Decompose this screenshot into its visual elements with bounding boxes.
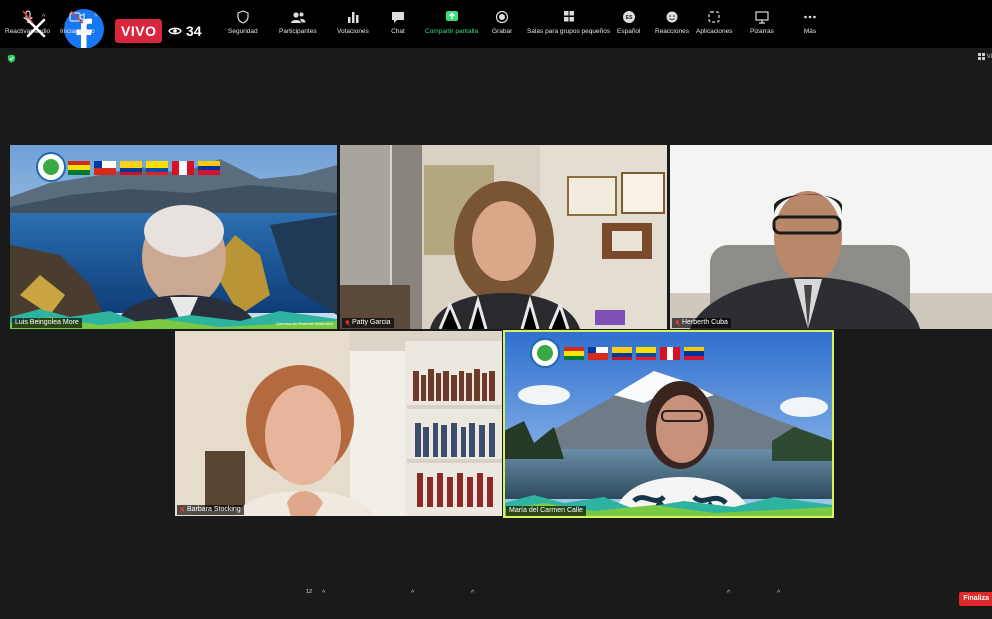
participant-name-label: Patty Garcia [342,318,394,328]
chat-bubble-icon [392,12,404,23]
start-video-button[interactable]: Iniciar video [60,10,95,35]
eye-icon [168,27,182,35]
grid-view-icon [977,53,985,60]
record-icon [496,10,509,24]
more-dots-icon [804,15,816,19]
meeting-toolbar [0,576,992,619]
apps-button[interactable]: Aplicaciones [696,10,733,35]
share-options-caret[interactable]: ^ [471,590,474,597]
shield-icon [237,10,249,24]
end-meeting-button[interactable]: Finaliza [959,592,992,606]
share-screen-button[interactable]: Compartir pantalla [425,10,478,35]
mic-muted-icon [675,319,680,326]
live-badge: VIVO [115,19,163,43]
polls-button[interactable]: Votaciones [337,10,369,35]
video-off-icon [69,10,85,24]
audio-options-caret[interactable]: ^ [42,14,45,21]
video-options-caret[interactable]: ^ [94,14,97,21]
virtual-background-caption: Defensa del Sistema Sostenible [276,321,333,326]
record-button[interactable]: Grabar [492,10,512,35]
chat-button[interactable]: Chat [390,10,406,35]
security-button[interactable]: Seguridad [228,10,258,35]
mic-muted-icon [22,10,34,24]
participant-name-label: Barbara Stocking [177,505,244,515]
shield-icon[interactable] [7,54,16,63]
participants-options-caret[interactable]: ^ [322,590,325,597]
apps-icon [708,11,720,23]
viewer-count: 34 [168,20,202,42]
participants-count: 12 [306,589,313,595]
mic-muted-icon [180,506,185,513]
language-code: ES [625,15,632,21]
participant-tile-maria[interactable]: María del Carmen Calle [503,330,834,518]
mic-muted-icon [345,319,350,326]
bar-chart-icon [347,12,359,23]
participant-name-label: María del Carmen Calle [506,506,586,516]
participant-tile-patty[interactable]: Patty Garcia [340,145,667,329]
participant-video [10,145,337,329]
chat-options-caret[interactable]: ^ [411,590,414,597]
whiteboards-options-caret[interactable]: ^ [777,590,780,597]
whiteboard-icon [755,11,769,24]
participant-video [175,331,502,516]
language-globe-icon: ES [622,11,635,23]
smiley-icon [666,11,678,23]
participant-tile-luis[interactable]: Luis Beingolea More Defensa del Sistema … [10,145,337,329]
participants-button[interactable]: Participantes [279,10,317,35]
breakout-rooms-icon [563,11,574,22]
view-label: Vi [986,53,992,60]
apps-options-caret[interactable]: ^ [727,590,730,597]
share-screen-icon [445,11,458,21]
whiteboards-button[interactable]: Pizarras [750,10,774,35]
viewer-count-value: 34 [186,23,202,39]
participant-name-label: Luis Beingolea More [12,318,82,328]
participant-name-label: Herberth Cuba [672,318,731,328]
participant-video [340,145,667,329]
participant-tile-herberth[interactable]: Herberth Cuba [670,145,992,329]
reactions-button[interactable]: Reacciones [655,10,689,35]
more-button[interactable]: Más [802,10,818,35]
participant-video [504,331,833,517]
language-button[interactable]: ES Español [617,10,641,35]
view-button[interactable]: Vi [977,53,992,60]
breakout-rooms-button[interactable]: Salas para grupos pequeños [527,10,610,35]
participant-video [670,145,992,329]
participants-icon [290,12,306,23]
participant-tile-barbara[interactable]: Barbara Stocking [175,331,502,516]
